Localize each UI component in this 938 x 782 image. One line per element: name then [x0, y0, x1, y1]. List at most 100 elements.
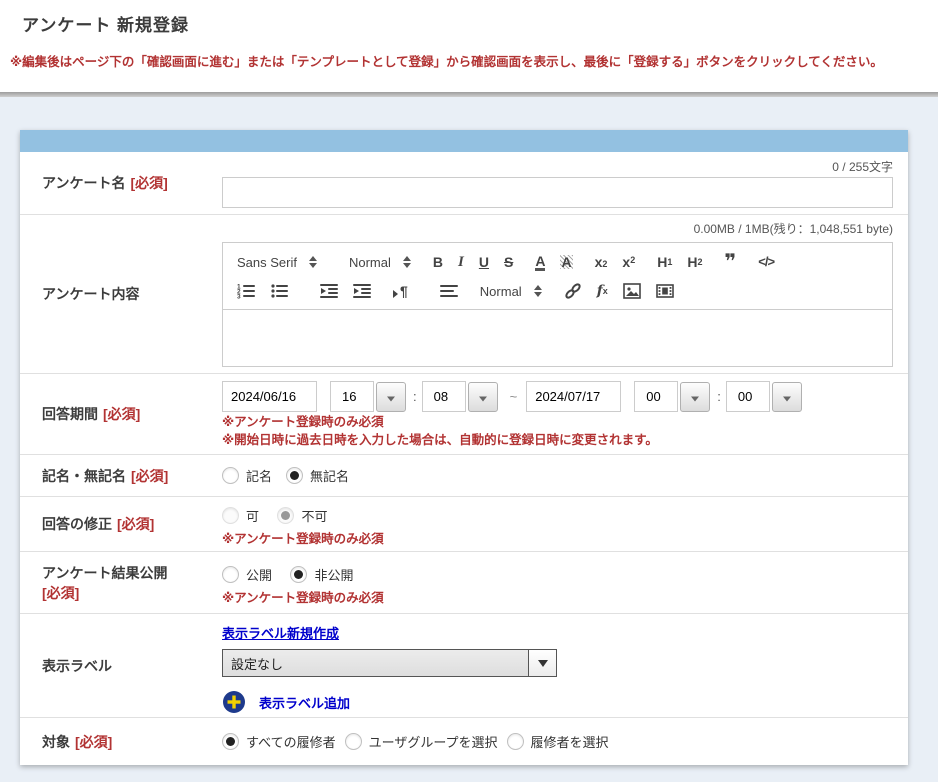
start-hour-input[interactable] — [330, 381, 374, 412]
anonymity-label: 記名・無記名 [必須] — [42, 455, 222, 496]
start-date-input[interactable] — [222, 381, 317, 412]
italic-button[interactable]: I — [458, 253, 464, 271]
radio-circle-icon — [290, 566, 307, 583]
size-counter: 0.00MB / 1MB(残り：1,048,551 byte) — [222, 221, 893, 237]
radio-circle-icon — [507, 733, 524, 750]
underline-button[interactable]: U — [479, 253, 489, 271]
radio-circle-icon — [222, 733, 239, 750]
end-date-input[interactable] — [526, 381, 621, 412]
period-note-2: ※開始日時に過去日時を入力した場合は、自動的に登録日時に変更されます。 — [222, 432, 893, 448]
end-minute-spinner-button[interactable] — [772, 382, 802, 412]
ordered-list-icon[interactable]: 123 — [237, 282, 255, 300]
row-survey-content: アンケート内容 0.00MB / 1MB(残り：1,048,551 byte) … — [20, 215, 908, 374]
required-badge: [必須] — [75, 732, 112, 752]
image-icon[interactable] — [623, 282, 641, 300]
row-display-label: 表示ラベル 表示ラベル新規作成 設定なし 表示ラベル追加 — [20, 614, 908, 718]
survey-name-input[interactable] — [222, 177, 893, 208]
modification-note: ※アンケート登録時のみ必須 — [222, 531, 893, 547]
survey-content-label: アンケート内容 — [42, 215, 222, 373]
end-hour-spinner-button[interactable] — [680, 382, 710, 412]
radio-circle-icon — [345, 733, 362, 750]
h2-button[interactable]: H2 — [687, 253, 702, 271]
display-label-select[interactable]: 設定なし — [222, 649, 557, 677]
blockquote-button[interactable]: ❞ — [724, 255, 736, 269]
survey-form-panel: アンケート名 [必須] 0 / 255文字 アンケート内容 0.00MB / 1… — [20, 130, 908, 765]
superscript-button[interactable]: x2 — [622, 253, 635, 271]
required-badge: [必須] — [103, 404, 140, 424]
radio-circle-icon — [222, 507, 239, 524]
editor-toolbar: Sans Serif Normal B I U S A A x2 x2 H1 — [222, 242, 893, 310]
row-target: 対象 [必須] すべての履修者 ユーザグループを選択 履修者を選択 — [20, 718, 908, 765]
radio-modification-not-allowed[interactable]: 不可 — [277, 506, 327, 525]
strike-button[interactable]: S — [504, 253, 513, 271]
link-icon[interactable] — [564, 282, 582, 300]
required-badge: [必須] — [131, 466, 168, 486]
radio-circle-icon — [277, 507, 294, 524]
start-minute-input[interactable] — [422, 381, 466, 412]
dropdown-arrow-icon — [528, 650, 556, 676]
modification-label: 回答の修正 [必須] — [42, 497, 222, 551]
row-result-publish: アンケート結果公開 [必須] 公開 非公開 ※アンケート登録時のみ必須 — [20, 552, 908, 614]
period-note-1: ※アンケート登録時のみ必須 — [222, 414, 893, 430]
target-label: 対象 [必須] — [42, 718, 222, 765]
subscript-button[interactable]: x2 — [595, 253, 608, 271]
video-icon[interactable] — [656, 282, 674, 300]
add-display-label-link[interactable]: 表示ラベル追加 — [259, 693, 350, 712]
display-label-label: 表示ラベル — [42, 614, 222, 717]
answer-period-label: 回答期間 [必須] — [42, 374, 222, 454]
bold-button[interactable]: B — [433, 253, 443, 271]
panel-header-bar — [20, 130, 908, 152]
radio-circle-icon — [222, 467, 239, 484]
row-answer-period: 回答期間 [必須] : ~ : ※アンケート登録時のみ必須 ※開始日時に過去日時… — [20, 374, 908, 455]
radio-circle-icon — [222, 566, 239, 583]
radio-modification-allowed[interactable]: 可 — [222, 506, 259, 525]
period-tilde: ~ — [510, 389, 518, 404]
indent-icon[interactable] — [353, 282, 371, 300]
radio-select-students[interactable]: 履修者を選択 — [507, 732, 609, 751]
updown-arrows-icon — [403, 256, 411, 268]
survey-name-label: アンケート名 [必須] — [42, 152, 222, 214]
highlight-color-button[interactable]: A — [560, 255, 572, 269]
page-header: アンケート 新規登録 ※編集後はページ下の「確認画面に進む」または「テンプレート… — [0, 0, 938, 92]
font-picker[interactable]: Sans Serif — [237, 255, 317, 270]
radio-private[interactable]: 非公開 — [290, 565, 353, 584]
bullet-list-icon[interactable] — [270, 282, 288, 300]
end-hour-input[interactable] — [634, 381, 678, 412]
svg-text:3: 3 — [237, 294, 241, 301]
heading-picker[interactable]: Normal — [349, 255, 411, 270]
result-publish-note: ※アンケート登録時のみ必須 — [222, 590, 893, 606]
radio-named[interactable]: 記名 — [222, 466, 272, 485]
text-direction-icon[interactable]: ¶ — [393, 284, 408, 298]
result-publish-label: アンケート結果公開 [必須] — [42, 552, 222, 613]
edit-warning-note: ※編集後はページ下の「確認画面に進む」または「テンプレートとして登録」から確認画… — [10, 51, 938, 70]
size-picker[interactable]: Normal — [480, 284, 542, 299]
end-minute-input[interactable] — [726, 381, 770, 412]
updown-arrows-icon — [309, 256, 317, 268]
start-minute-spinner-button[interactable] — [468, 382, 498, 412]
required-badge: [必須] — [42, 583, 79, 603]
plus-icon — [222, 690, 246, 714]
row-anonymity: 記名・無記名 [必須] 記名 無記名 — [20, 455, 908, 497]
outdent-icon[interactable] — [320, 282, 338, 300]
code-button[interactable]: </> — [758, 253, 774, 271]
editor-content-area[interactable] — [222, 310, 893, 367]
radio-all-students[interactable]: すべての履修者 — [222, 732, 336, 751]
radio-circle-icon — [286, 467, 303, 484]
text-color-button[interactable]: A — [535, 254, 545, 271]
radio-anonymous[interactable]: 無記名 — [286, 466, 349, 485]
row-modification: 回答の修正 [必須] 可 不可 ※アンケート登録時のみ必須 — [20, 497, 908, 552]
radio-select-user-group[interactable]: ユーザグループを選択 — [345, 732, 498, 751]
align-icon[interactable] — [440, 282, 458, 300]
time-colon: : — [717, 389, 721, 404]
start-hour-spinner-button[interactable] — [376, 382, 406, 412]
add-display-label-button[interactable] — [222, 690, 246, 714]
required-badge: [必須] — [130, 173, 167, 193]
formula-icon[interactable]: fx — [597, 282, 608, 300]
updown-arrows-icon — [534, 285, 542, 297]
radio-public[interactable]: 公開 — [222, 565, 272, 584]
required-badge: [必須] — [117, 514, 154, 534]
header-divider — [0, 92, 938, 97]
char-counter: 0 / 255文字 — [222, 159, 893, 175]
h1-button[interactable]: H1 — [657, 253, 672, 271]
create-display-label-link[interactable]: 表示ラベル新規作成 — [222, 623, 339, 642]
